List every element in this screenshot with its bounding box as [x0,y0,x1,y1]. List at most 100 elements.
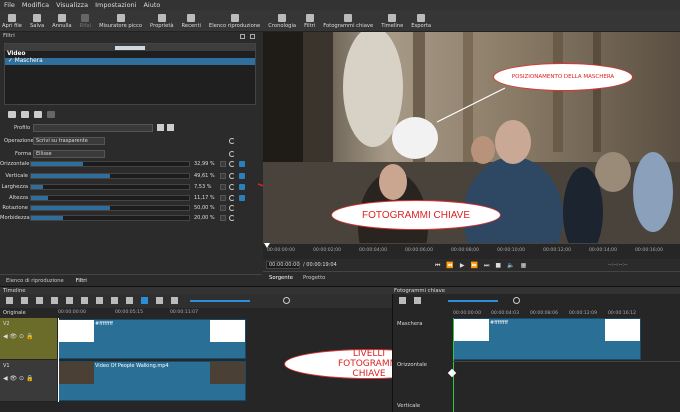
param-value[interactable]: 7,53 % [194,184,211,190]
param-slider[interactable] [30,184,190,190]
undock-icon[interactable] [240,34,245,39]
play-icon[interactable]: ▶ [460,262,465,270]
reset-icon[interactable] [229,215,235,221]
param-slider[interactable] [30,195,190,201]
menu-impostazioni[interactable]: Impostazioni [95,1,136,9]
zoom-icon[interactable] [283,297,290,304]
grid-icon[interactable]: ▦ [521,262,527,270]
player-ruler[interactable]: 00:00:00:00 00:00:02;00 00:00:04;00 00:00:0… [263,243,680,259]
reset-shape-icon[interactable] [229,151,235,157]
kf-zoom-icon[interactable] [513,297,520,304]
kf-zoom-out-icon[interactable] [414,297,421,304]
peak-meter-button[interactable]: Misuratore picco [99,9,142,31]
param-spinner-icon[interactable] [220,173,226,179]
param-spinner-icon[interactable] [220,184,226,190]
stop-icon[interactable]: ■ [495,262,501,270]
scrub-icon[interactable] [156,297,163,304]
param-value[interactable]: 50,00 % [194,205,215,211]
param-value[interactable]: 49,61 % [194,173,215,179]
forward-icon[interactable]: ⏩ [471,262,478,270]
remove-icon[interactable] [81,297,88,304]
keyframe-toggle-icon[interactable] [239,173,245,179]
param-spinner-icon[interactable] [220,205,226,211]
reset-icon[interactable] [229,195,235,201]
filter-list[interactable]: Video ✓ Maschera [4,43,256,105]
keyframe-toggle-icon[interactable] [239,195,245,201]
reset-operation-icon[interactable] [229,138,235,144]
remove-preset-icon[interactable] [167,124,174,131]
skip-end-icon[interactable]: ⏭ [484,262,489,270]
keyframes-button[interactable]: Fotogrammi chiave [323,9,373,31]
open-file-button[interactable]: Apri file [2,9,22,31]
save-button[interactable]: Salva [30,9,44,31]
menu-file[interactable]: File [4,1,15,9]
keyframe-toggle-icon[interactable] [239,161,245,167]
split-icon[interactable] [126,297,133,304]
tab-source[interactable]: Sorgente [269,275,293,281]
skip-start-icon[interactable]: ⏮ [435,262,440,270]
undo-button[interactable]: Annulla [52,9,72,31]
kf-playhead[interactable] [453,318,454,412]
remove-filter-icon[interactable] [21,111,29,118]
cut-icon[interactable] [21,297,28,304]
param-slider[interactable] [30,215,190,221]
tab-playlist[interactable]: Elenco di riproduzione [0,278,70,284]
track-v2-icons[interactable]: ◀ 👁 ⊙ 🔒 [3,333,33,340]
track-header-v1[interactable]: V1 ◀ 👁 ⊙ 🔒 [0,360,57,402]
history-button[interactable]: Cronologia [268,9,296,31]
kf-menu-icon[interactable] [399,297,406,304]
volume-icon[interactable]: 🔈 [507,262,514,270]
param-value[interactable]: 11,17 % [194,195,215,201]
zoom-slider[interactable] [190,300,250,302]
rewind-icon[interactable]: ⏪ [446,262,453,270]
menu-modifica[interactable]: Modifica [22,1,49,9]
param-value[interactable]: 20,00 % [194,215,215,221]
param-value[interactable]: 32,99 % [194,161,215,167]
reset-icon[interactable] [229,184,235,190]
param-slider[interactable] [30,173,190,179]
tab-project[interactable]: Progetto [303,275,325,281]
shape-select[interactable]: Ellisse [33,150,105,158]
param-spinner-icon[interactable] [220,195,226,201]
reset-icon[interactable] [229,161,235,167]
menu-icon[interactable] [6,297,13,304]
playhead-marker[interactable] [264,243,270,248]
export-button[interactable]: Esporta [411,9,431,31]
tab-filters[interactable]: Filtri [70,278,93,284]
filter-item-mask[interactable]: ✓ Maschera [5,58,255,65]
param-slider[interactable] [30,205,190,211]
filters-button[interactable]: Filtri [304,9,315,31]
snap-icon[interactable] [141,297,148,304]
profile-select[interactable] [33,124,153,132]
copy-icon[interactable] [36,297,43,304]
kf-clip[interactable]: #ffffffff [453,318,641,360]
add-filter-icon[interactable] [8,111,16,118]
track-header-v2[interactable]: V2 ◀ 👁 ⊙ 🔒 [0,318,57,360]
playlist-button[interactable]: Elenco riproduzione [209,9,260,31]
kf-point-horizontal[interactable] [447,368,457,378]
clip-v2[interactable]: #ffffffff [58,319,246,359]
param-spinner-icon[interactable] [220,215,226,221]
recent-button[interactable]: Recenti [182,9,201,31]
current-time-field[interactable]: 00:00:00:00 [266,261,300,269]
menu-aiuto[interactable]: Aiuto [143,1,160,9]
paste-filter-icon[interactable] [47,111,55,118]
overwrite-icon[interactable] [111,297,118,304]
reset-icon[interactable] [229,205,235,211]
menu-visualizza[interactable]: Visualizza [56,1,88,9]
param-slider[interactable] [30,161,190,167]
kf-zoom-slider[interactable] [448,300,498,302]
paste-icon[interactable] [51,297,58,304]
timeline-playhead[interactable] [58,318,59,402]
add-preset-icon[interactable] [157,124,164,131]
timeline-button[interactable]: Timeline [381,9,403,31]
reset-icon[interactable] [229,173,235,179]
lift-icon[interactable] [96,297,103,304]
clip-v1[interactable]: Video Of People Walking.mp4 [58,361,246,401]
param-spinner-icon[interactable] [220,161,226,167]
copy-filter-icon[interactable] [34,111,42,118]
close-icon[interactable] [250,34,255,39]
track-v1-icons[interactable]: ◀ 👁 ⊙ 🔒 [3,375,33,382]
keyframe-toggle-icon[interactable] [239,184,245,190]
properties-button[interactable]: Proprietà [150,9,174,31]
